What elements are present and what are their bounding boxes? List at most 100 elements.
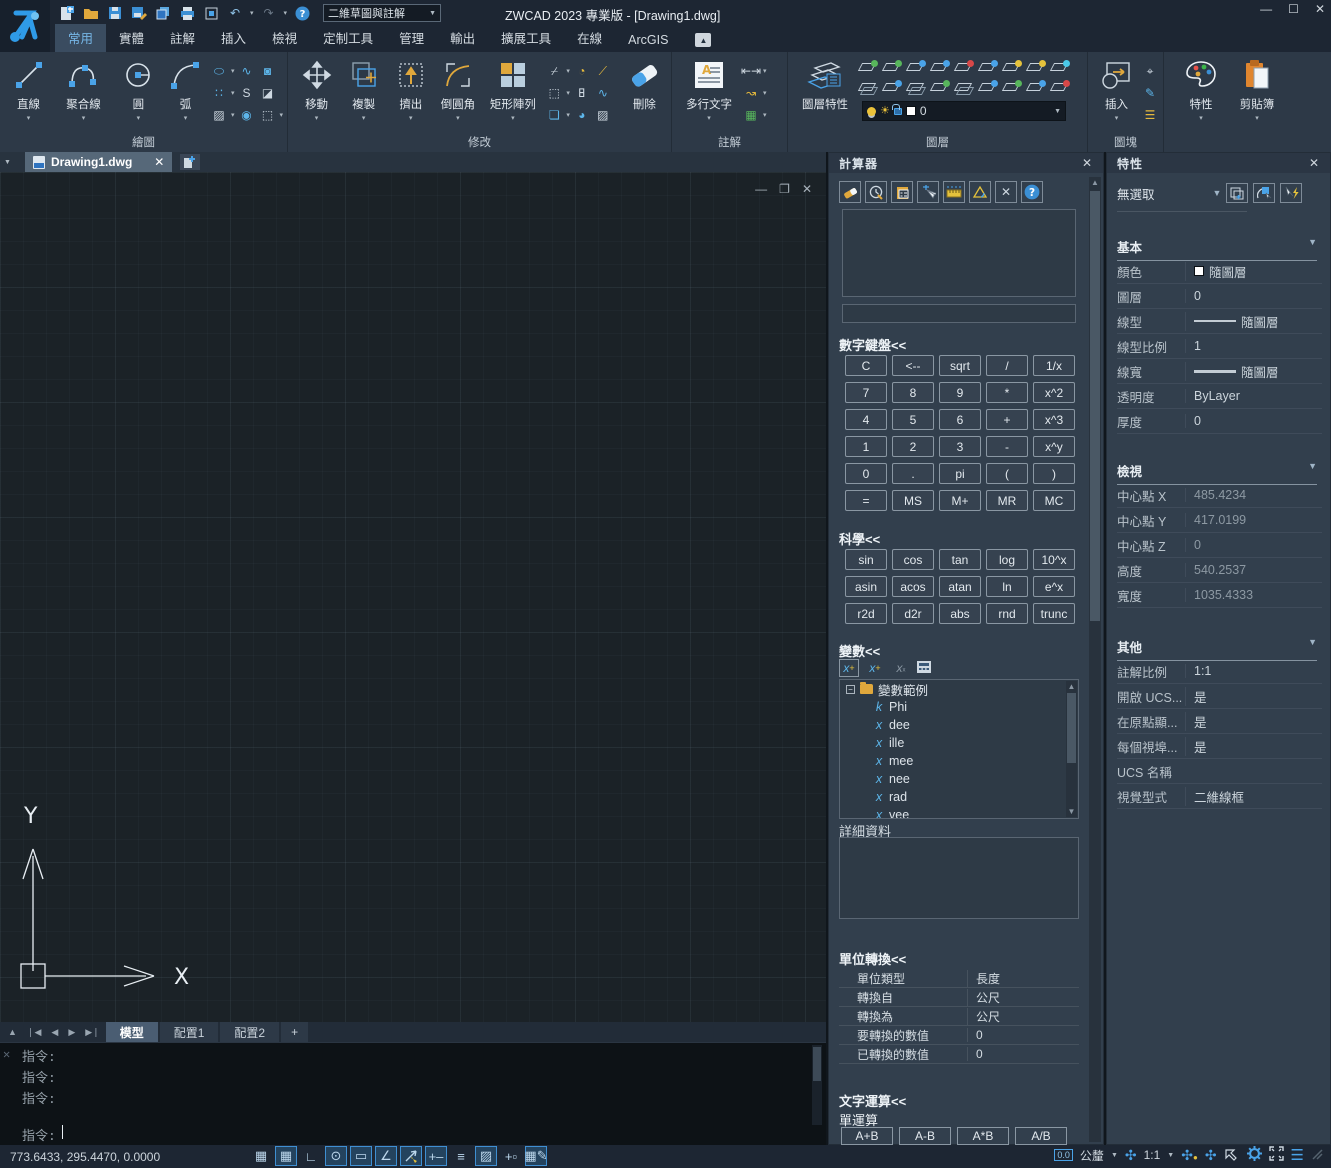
dim-caret-icon[interactable]: ▾ — [763, 67, 767, 75]
toggle-pickadd-icon[interactable] — [1280, 183, 1302, 203]
redo-icon[interactable]: ↷ — [260, 5, 278, 21]
calc-key-minus[interactable]: - — [986, 436, 1028, 457]
plot-preview-icon[interactable] — [202, 5, 220, 21]
fullscreen-icon[interactable] — [1269, 1146, 1284, 1164]
annotation-scale-caret-icon[interactable]: ▼ — [1167, 1152, 1174, 1159]
calc-key-square[interactable]: x^2 — [1033, 382, 1075, 403]
table-caret-icon[interactable]: ▾ — [763, 111, 767, 119]
workspace-combo[interactable]: 二維草圖與註解 ▼ — [323, 4, 441, 22]
selection-filter-combo[interactable]: 無選取 — [1117, 184, 1155, 203]
calculator-return-icon[interactable] — [917, 661, 931, 676]
calc-key-decimal[interactable]: . — [892, 463, 934, 484]
clipboard-button[interactable]: 剪貼簿▾ — [1234, 56, 1280, 132]
calc-measure-angle-icon[interactable] — [969, 181, 991, 203]
calc-key-0[interactable]: 0 — [845, 463, 887, 484]
layer-freeze-icon[interactable] — [930, 60, 950, 77]
panel-annotate-label[interactable]: 註解 — [672, 134, 787, 150]
variable-item[interactable]: xille — [840, 734, 1078, 752]
annotation-monitor-icon[interactable]: ▦✎ — [525, 1146, 547, 1166]
calc-key-sin[interactable]: sin — [845, 549, 887, 570]
trim-caret-icon[interactable]: ▾ — [566, 67, 570, 75]
calc-measure-distance-icon[interactable] — [943, 181, 965, 203]
property-row-lineweight[interactable]: 線寬 隨圖層 — [1117, 359, 1322, 384]
new-document-tab-button[interactable] — [180, 154, 200, 170]
calc-clear-history-icon[interactable]: ✕ — [995, 181, 1017, 203]
calc-key-5[interactable]: 5 — [892, 409, 934, 430]
variables-header[interactable]: 變數<< — [839, 641, 880, 660]
unit-row[interactable]: 轉換為公尺 — [839, 1007, 1079, 1026]
property-row-linetype[interactable]: 線型 隨圖層 — [1117, 309, 1322, 334]
tab-online[interactable]: 在線 — [564, 24, 615, 52]
calc-key-ms[interactable]: MS — [892, 490, 934, 511]
property-row-center-z[interactable]: 中心點 Z 0 — [1117, 533, 1322, 558]
calc-key-log[interactable]: log — [986, 549, 1028, 570]
document-tab-close-icon[interactable]: ✕ — [154, 155, 164, 169]
unit-row[interactable]: 單位類型長度 — [839, 969, 1079, 988]
text-op-multiply-button[interactable]: A*B — [957, 1127, 1009, 1145]
print-icon[interactable] — [178, 5, 196, 21]
save-as-icon[interactable] — [130, 5, 148, 21]
calc-key-10x[interactable]: 10^x — [1033, 549, 1075, 570]
layer-current-on-icon[interactable] — [1002, 60, 1022, 77]
transparency-icon[interactable]: ▨ — [475, 1146, 497, 1166]
help-icon[interactable]: ? — [293, 5, 311, 21]
property-row-thickness[interactable]: 厚度 0 — [1117, 409, 1322, 434]
annotation-autoscale-icon[interactable]: ✣ — [1205, 1147, 1217, 1164]
ortho-mode-icon[interactable]: ∟ — [300, 1146, 322, 1166]
text-op-add-button[interactable]: A+B — [841, 1127, 893, 1145]
tab-annotate[interactable]: 註解 — [157, 24, 208, 52]
calc-key-power[interactable]: x^y — [1033, 436, 1075, 457]
layer-lock-icon[interactable] — [954, 60, 974, 77]
calculator-history-display[interactable] — [842, 209, 1076, 297]
property-row-width[interactable]: 寬度 1035.4333 — [1117, 583, 1322, 608]
layer-list-icon[interactable] — [858, 80, 878, 97]
wipeout-icon[interactable]: ◪ — [259, 85, 277, 101]
scale-caret-icon[interactable]: ▾ — [566, 89, 570, 97]
layer-walk-icon[interactable] — [882, 80, 902, 97]
selection-filter-caret-icon[interactable]: ▼ — [1213, 188, 1222, 198]
tab-arcgis[interactable]: ArcGIS — [615, 29, 681, 52]
tab-solid[interactable]: 實體 — [106, 24, 157, 52]
zwcad-logo[interactable] — [0, 0, 50, 52]
calc-history-icon[interactable] — [865, 181, 887, 203]
text-op-subtract-button[interactable]: A-B — [899, 1127, 951, 1145]
rotate-icon[interactable]: ⟋ — [594, 63, 612, 79]
command-prompt[interactable]: 指令: — [22, 1125, 56, 1144]
text-operations-header[interactable]: 文字運算<< — [839, 1091, 906, 1110]
command-close-icon[interactable]: ✕ — [3, 1047, 10, 1062]
unit-badge[interactable]: 0.0 — [1054, 1149, 1073, 1161]
region-icon[interactable]: ◙ — [259, 63, 277, 79]
lineweight-display-icon[interactable]: ≡ — [450, 1146, 472, 1166]
annotation-visibility-icon[interactable]: ✣● — [1181, 1147, 1198, 1164]
calc-key-rnd[interactable]: rnd — [986, 603, 1028, 624]
layer-properties-button[interactable]: 圖層特性 — [794, 56, 856, 132]
layer-on-icon[interactable] — [882, 60, 902, 77]
dynamic-ucs-icon[interactable]: +‒ — [425, 1146, 447, 1166]
property-row-ucs-name[interactable]: UCS 名稱 — [1117, 759, 1322, 784]
dim-linear-icon[interactable]: ⇤⇥ — [742, 63, 760, 79]
section-other[interactable]: 其他▼ — [1117, 637, 1317, 661]
undo-caret-icon[interactable]: ▾ — [250, 9, 254, 17]
property-row-height[interactable]: 高度 540.2537 — [1117, 558, 1322, 583]
calc-key-close-paren[interactable]: ) — [1033, 463, 1075, 484]
edit-variable-icon[interactable]: x+ — [865, 659, 885, 677]
variable-item[interactable]: xnee — [840, 770, 1078, 788]
calc-key-cube[interactable]: x^3 — [1033, 409, 1075, 430]
status-menu-icon[interactable]: ☰ — [1291, 1146, 1304, 1164]
first-tab-icon[interactable]: ❘◀ — [23, 1027, 45, 1038]
calc-key-6[interactable]: 6 — [939, 409, 981, 430]
minimize-button[interactable]: — — [1260, 2, 1272, 16]
variable-item[interactable]: kPhi — [840, 698, 1078, 716]
grid-display-icon[interactable]: ▦ — [250, 1146, 272, 1166]
calc-key-c[interactable]: C — [845, 355, 887, 376]
panel-block-label[interactable]: 圖塊 — [1088, 134, 1163, 150]
calculator-close-icon[interactable]: ✕ — [1082, 156, 1093, 170]
tab-express-tools[interactable]: 擴展工具 — [488, 24, 564, 52]
document-tab[interactable]: Drawing1.dwg ✕ — [25, 152, 172, 172]
new-file-icon[interactable] — [58, 5, 76, 21]
variable-item[interactable]: xmee — [840, 752, 1078, 770]
tab-layout2[interactable]: 配置2 — [220, 1022, 279, 1042]
calc-key-acos[interactable]: acos — [892, 576, 934, 597]
calc-key-9[interactable]: 9 — [939, 382, 981, 403]
calc-key-equals[interactable]: = — [845, 490, 887, 511]
